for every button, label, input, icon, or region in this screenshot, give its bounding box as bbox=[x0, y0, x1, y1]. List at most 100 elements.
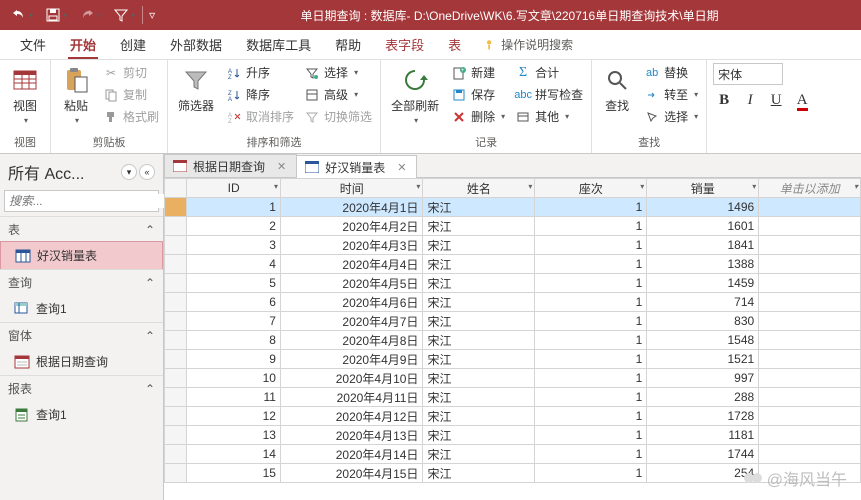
tab-help[interactable]: 帮助 bbox=[323, 29, 373, 59]
cell-id[interactable]: 1 bbox=[187, 198, 281, 217]
save-button[interactable]: ▾ bbox=[40, 5, 72, 25]
nav-item-query1[interactable]: 查询1 bbox=[0, 295, 163, 322]
cell-seat[interactable]: 1 bbox=[535, 293, 647, 312]
cell-seat[interactable]: 1 bbox=[535, 312, 647, 331]
cell-name[interactable]: 宋江 bbox=[423, 198, 535, 217]
cell-seat[interactable]: 1 bbox=[535, 198, 647, 217]
totals-button[interactable]: Σ合计 bbox=[513, 63, 585, 82]
cell-id[interactable]: 10 bbox=[187, 369, 281, 388]
cell-id[interactable]: 3 bbox=[187, 236, 281, 255]
table-row[interactable]: 72020年4月7日宋江1830 bbox=[165, 312, 861, 331]
cell-seat[interactable]: 1 bbox=[535, 217, 647, 236]
cell-sales[interactable]: 1521 bbox=[647, 350, 759, 369]
cell-seat[interactable]: 1 bbox=[535, 331, 647, 350]
cell-empty[interactable] bbox=[759, 236, 861, 255]
cell-time[interactable]: 2020年4月2日 bbox=[280, 217, 422, 236]
cell-seat[interactable]: 1 bbox=[535, 426, 647, 445]
redo-disabled-button[interactable]: ▾ bbox=[74, 5, 106, 25]
cell-name[interactable]: 宋江 bbox=[423, 464, 535, 483]
cell-time[interactable]: 2020年4月6日 bbox=[280, 293, 422, 312]
sort-desc-button[interactable]: ZA降序 bbox=[224, 85, 296, 104]
cell-name[interactable]: 宋江 bbox=[423, 312, 535, 331]
dropdown-icon[interactable]: ▾ bbox=[416, 182, 420, 191]
cell-sales[interactable]: 1496 bbox=[647, 198, 759, 217]
format-painter-button[interactable]: 格式刷 bbox=[101, 107, 161, 126]
table-row[interactable]: 132020年4月13日宋江11181 bbox=[165, 426, 861, 445]
row-selector[interactable] bbox=[165, 350, 187, 369]
table-row[interactable]: 122020年4月12日宋江11728 bbox=[165, 407, 861, 426]
nav-cat-queries[interactable]: 查询⌃ bbox=[0, 269, 163, 295]
cell-time[interactable]: 2020年4月5日 bbox=[280, 274, 422, 293]
table-row[interactable]: 82020年4月8日宋江11548 bbox=[165, 331, 861, 350]
cell-sales[interactable]: 830 bbox=[647, 312, 759, 331]
refresh-all-button[interactable]: 全部刷新▾ bbox=[387, 63, 443, 127]
clear-sort-button[interactable]: AZ取消排序 bbox=[224, 107, 296, 126]
paste-button[interactable]: 粘贴▾ bbox=[57, 63, 95, 127]
cell-empty[interactable] bbox=[759, 312, 861, 331]
undo-button[interactable]: ▾ bbox=[6, 5, 38, 25]
cell-seat[interactable]: 1 bbox=[535, 236, 647, 255]
cell-id[interactable]: 12 bbox=[187, 407, 281, 426]
dropdown-icon[interactable]: ▾ bbox=[854, 182, 858, 191]
cell-name[interactable]: 宋江 bbox=[423, 369, 535, 388]
font-family-combo[interactable]: 宋体 bbox=[713, 63, 783, 85]
dropdown-icon[interactable]: ▾ bbox=[528, 182, 532, 191]
cell-name[interactable]: 宋江 bbox=[423, 217, 535, 236]
cell-time[interactable]: 2020年4月10日 bbox=[280, 369, 422, 388]
nav-item-table-sales[interactable]: 好汉销量表 bbox=[0, 241, 163, 270]
nav-cat-forms[interactable]: 窗体⌃ bbox=[0, 322, 163, 348]
cell-empty[interactable] bbox=[759, 407, 861, 426]
table-row[interactable]: 142020年4月14日宋江11744 bbox=[165, 445, 861, 464]
tab-create[interactable]: 创建 bbox=[108, 29, 158, 59]
cell-time[interactable]: 2020年4月7日 bbox=[280, 312, 422, 331]
tab-form-datequery[interactable]: 根据日期查询 ✕ bbox=[164, 154, 297, 177]
row-selector[interactable] bbox=[165, 312, 187, 331]
cell-empty[interactable] bbox=[759, 217, 861, 236]
cell-sales[interactable]: 1181 bbox=[647, 426, 759, 445]
cell-id[interactable]: 15 bbox=[187, 464, 281, 483]
row-selector[interactable] bbox=[165, 445, 187, 464]
cell-id[interactable]: 4 bbox=[187, 255, 281, 274]
cell-time[interactable]: 2020年4月15日 bbox=[280, 464, 422, 483]
cell-sales[interactable]: 254 bbox=[647, 464, 759, 483]
tab-file[interactable]: 文件 bbox=[8, 29, 58, 59]
save-record-button[interactable]: 保存 bbox=[449, 85, 507, 104]
table-row[interactable]: 152020年4月15日宋江1254 bbox=[165, 464, 861, 483]
advanced-filter-button[interactable]: 高级▾ bbox=[302, 85, 374, 104]
cell-sales[interactable]: 1388 bbox=[647, 255, 759, 274]
cut-button[interactable]: ✂剪切 bbox=[101, 63, 161, 82]
cell-time[interactable]: 2020年4月9日 bbox=[280, 350, 422, 369]
select-all-corner[interactable] bbox=[165, 179, 187, 198]
cell-seat[interactable]: 1 bbox=[535, 350, 647, 369]
cell-time[interactable]: 2020年4月14日 bbox=[280, 445, 422, 464]
find-button[interactable]: 查找 bbox=[598, 63, 636, 116]
bold-button[interactable]: B bbox=[715, 92, 733, 109]
cell-name[interactable]: 宋江 bbox=[423, 274, 535, 293]
nav-item-form-datequery[interactable]: 根据日期查询 bbox=[0, 348, 163, 375]
cell-name[interactable]: 宋江 bbox=[423, 236, 535, 255]
toggle-filter-button[interactable]: 切换筛选 bbox=[302, 107, 374, 126]
row-selector[interactable] bbox=[165, 274, 187, 293]
cell-empty[interactable] bbox=[759, 331, 861, 350]
col-header-name[interactable]: 姓名▾ bbox=[423, 179, 535, 198]
table-row[interactable]: 22020年4月2日宋江11601 bbox=[165, 217, 861, 236]
dropdown-icon[interactable]: ▾ bbox=[640, 182, 644, 191]
select-button[interactable]: 选择▾ bbox=[642, 107, 700, 126]
cell-seat[interactable]: 1 bbox=[535, 388, 647, 407]
cell-time[interactable]: 2020年4月11日 bbox=[280, 388, 422, 407]
cell-empty[interactable] bbox=[759, 445, 861, 464]
table-row[interactable]: 42020年4月4日宋江11388 bbox=[165, 255, 861, 274]
tab-table-sales[interactable]: 好汉销量表 ✕ bbox=[296, 155, 417, 178]
cell-seat[interactable]: 1 bbox=[535, 445, 647, 464]
cell-name[interactable]: 宋江 bbox=[423, 407, 535, 426]
new-record-button[interactable]: +新建 bbox=[449, 63, 507, 82]
cell-empty[interactable] bbox=[759, 350, 861, 369]
cell-sales[interactable]: 1744 bbox=[647, 445, 759, 464]
italic-button[interactable]: I bbox=[741, 92, 759, 109]
cell-seat[interactable]: 1 bbox=[535, 464, 647, 483]
cell-name[interactable]: 宋江 bbox=[423, 331, 535, 350]
cell-id[interactable]: 11 bbox=[187, 388, 281, 407]
tell-me-search[interactable]: 操作说明搜索 bbox=[473, 30, 583, 59]
cell-seat[interactable]: 1 bbox=[535, 407, 647, 426]
tab-database-tools[interactable]: 数据库工具 bbox=[234, 29, 323, 59]
